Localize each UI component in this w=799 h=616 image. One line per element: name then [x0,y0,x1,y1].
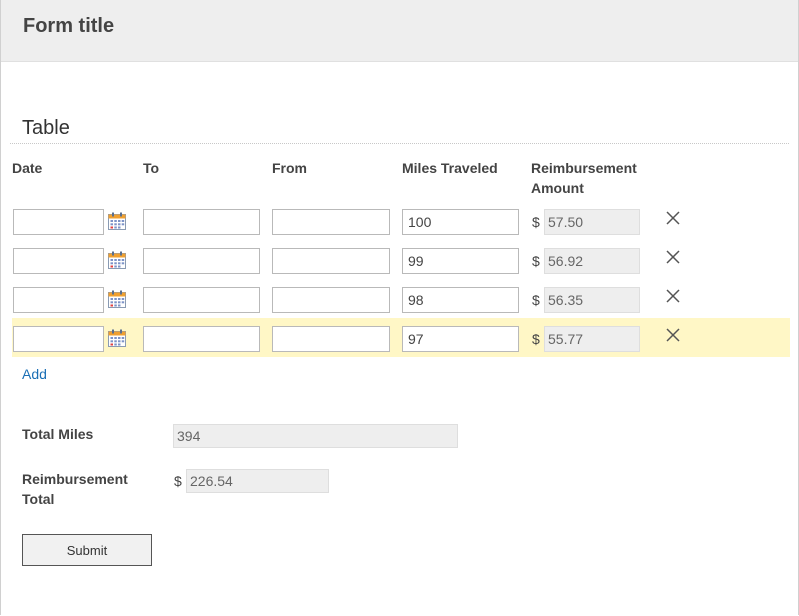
close-icon[interactable] [666,328,680,342]
from-input[interactable] [272,248,390,274]
reimbursement-amount-field: 55.77 [544,326,640,352]
section-divider [10,143,789,144]
add-row-link[interactable]: Add [22,366,47,382]
close-icon[interactable] [666,211,680,225]
reimbursement-total-currency: $ [174,473,182,489]
miles-traveled-input[interactable] [402,209,519,235]
table-row: $56.92 [12,240,790,279]
form-title: Form title [23,15,115,37]
to-input[interactable] [143,326,260,352]
column-header-date: Date [12,160,43,176]
close-icon[interactable] [666,250,680,264]
calendar-icon[interactable] [108,212,126,230]
date-input[interactable] [13,209,104,235]
currency-symbol: $ [532,214,540,230]
from-input[interactable] [272,209,390,235]
to-input[interactable] [143,287,260,313]
date-input[interactable] [13,326,104,352]
currency-symbol: $ [532,331,540,347]
column-header-from: From [272,160,307,176]
column-header-miles-traveled: Miles Traveled [402,160,498,176]
from-input[interactable] [272,326,390,352]
table-row: $56.35 [12,279,790,318]
submit-button[interactable]: Submit [22,534,152,566]
section-title: Table [22,117,70,139]
date-input[interactable] [13,287,104,313]
miles-traveled-input[interactable] [402,326,519,352]
reimbursement-total-label-line1: Reimbursement [22,471,128,487]
reimbursement-amount-field: 57.50 [544,209,640,235]
reimbursement-total-label: Reimbursement Total [22,469,128,509]
to-input[interactable] [143,209,260,235]
calendar-icon[interactable] [108,290,126,308]
from-input[interactable] [272,287,390,313]
date-input[interactable] [13,248,104,274]
close-icon[interactable] [666,289,680,303]
currency-symbol: $ [532,292,540,308]
total-miles-label: Total Miles [22,426,94,442]
calendar-icon[interactable] [108,329,126,347]
column-header-reimbursement-amount: Reimbursement Amount [531,160,637,196]
table-row: $57.50 [12,201,790,240]
table-row: $55.77 [12,318,790,357]
reimbursement-amount-field: 56.35 [544,287,640,313]
reimbursement-amount-field: 56.92 [544,248,640,274]
column-header-to: To [143,160,160,176]
to-input[interactable] [143,248,260,274]
reimbursement-total-label-line2: Total [22,491,55,507]
currency-symbol: $ [532,253,540,269]
total-miles-field: 394 [173,424,458,448]
miles-traveled-input[interactable] [402,287,519,313]
reimbursement-total-field: 226.54 [186,469,329,493]
calendar-icon[interactable] [108,251,126,269]
form-header: Form title [1,0,798,62]
miles-traveled-input[interactable] [402,248,519,274]
